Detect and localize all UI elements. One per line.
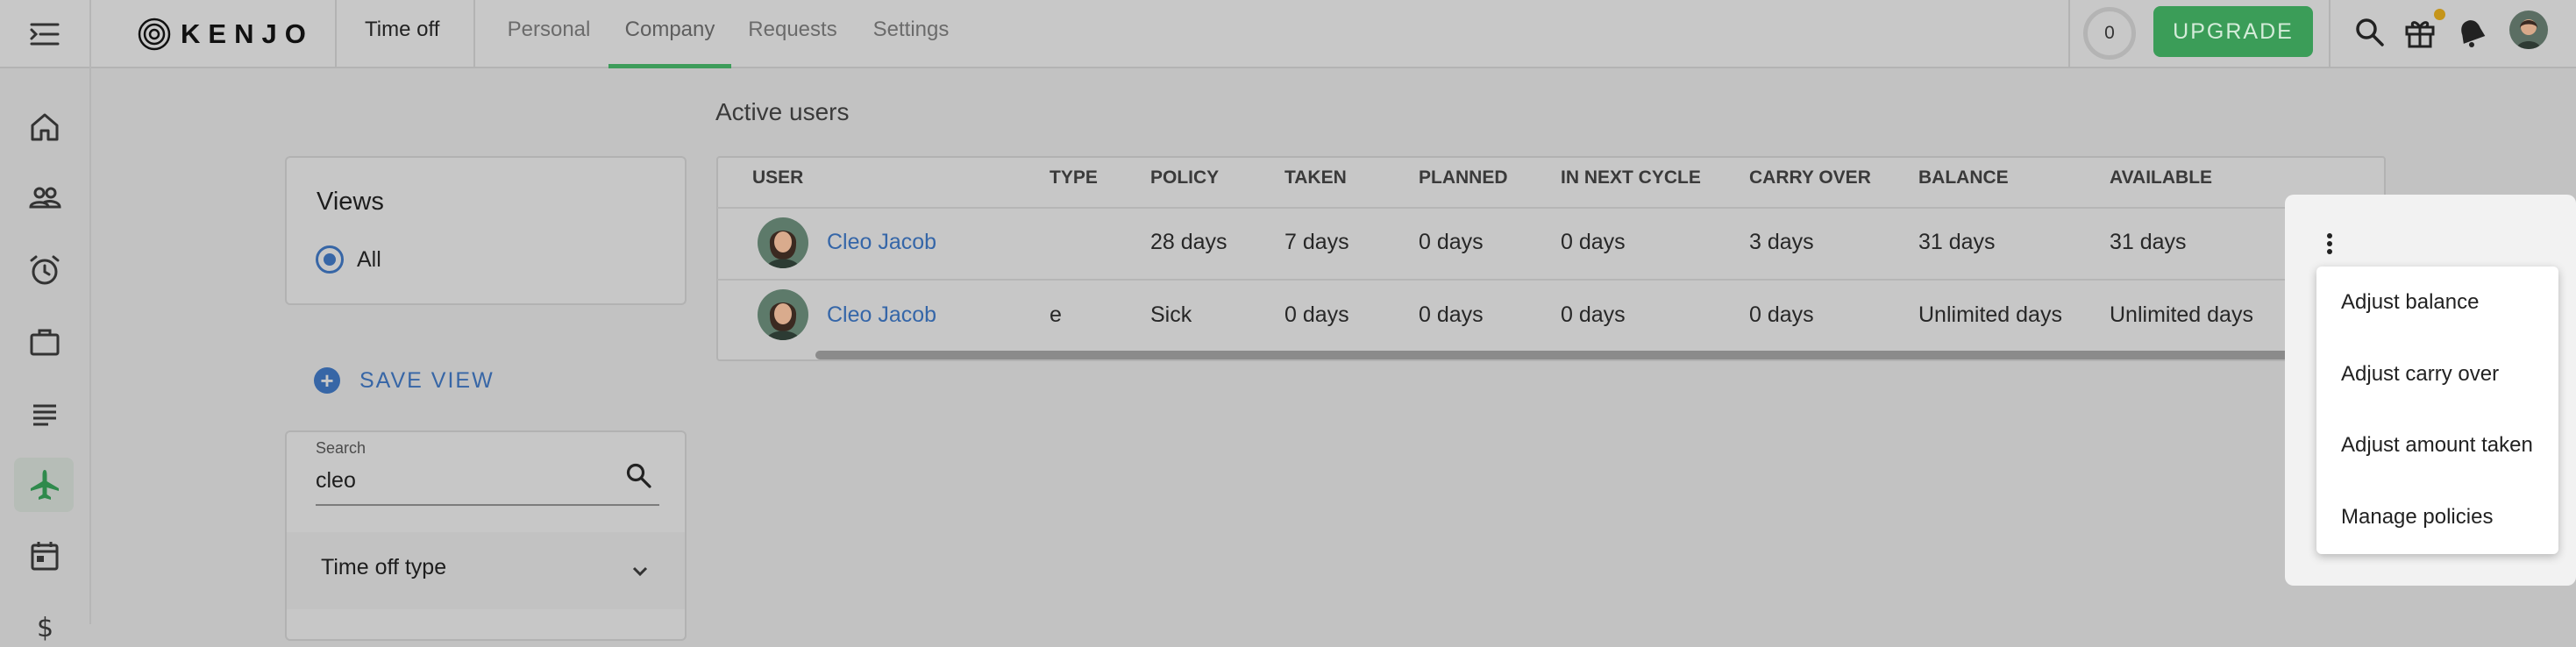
tab-personal[interactable]: Personal [500, 0, 598, 68]
row-actions-menu: Adjust balance Adjust carry over Adjust … [2316, 267, 2558, 554]
people-icon[interactable] [25, 178, 65, 218]
notification-dot [2434, 9, 2445, 20]
header-divider [2329, 0, 2330, 68]
views-title: Views [317, 188, 384, 216]
menu-toggle-icon[interactable] [25, 14, 65, 54]
home-icon[interactable] [25, 107, 65, 147]
logo-text: KENJO [181, 18, 314, 49]
save-view-button[interactable]: + SAVE VIEW [314, 361, 495, 400]
chevron-down-icon [627, 558, 653, 585]
module-title: Time off [365, 18, 440, 41]
table-cell-planned: 0 days [1419, 230, 1484, 254]
table-cell-next-cycle: 0 days [1561, 302, 1626, 327]
plus-icon: + [314, 367, 340, 394]
credits-counter[interactable]: 0 [2083, 7, 2136, 60]
column-header-policy[interactable]: POLICY [1150, 167, 1219, 188]
search-input[interactable] [316, 466, 614, 495]
column-header-taken[interactable]: TAKEN [1284, 167, 1347, 188]
avatar [758, 217, 808, 268]
views-card: Views All [285, 156, 687, 305]
calendar-icon[interactable] [25, 536, 65, 576]
section-title: Active users [715, 98, 850, 125]
search-filter-card: Search Time off type [285, 430, 687, 641]
view-all-radio[interactable] [316, 245, 344, 274]
table-cell-available: 31 days [2110, 230, 2187, 254]
rail-divider [89, 0, 91, 624]
table-row-divider [717, 279, 2383, 281]
briefcase-icon[interactable] [25, 322, 65, 362]
dollar-icon[interactable]: $ [25, 607, 65, 647]
list-icon[interactable] [25, 394, 65, 434]
header-divider [335, 0, 337, 68]
user-avatar[interactable] [2509, 11, 2548, 49]
svg-text:$: $ [37, 613, 53, 643]
table-cell-taken: 7 days [1284, 230, 1349, 254]
time-off-type-filter[interactable]: Time off type [287, 532, 685, 609]
menu-item-adjust-amount-taken[interactable]: Adjust amount taken [2341, 433, 2533, 458]
table-cell-user[interactable]: Cleo Jacob [827, 302, 936, 328]
logo-icon [137, 17, 172, 52]
save-view-label: SAVE VIEW [359, 367, 495, 393]
table-header-divider [717, 207, 2383, 209]
horizontal-scrollbar[interactable] [815, 351, 2297, 359]
search-icon[interactable] [2350, 12, 2390, 53]
table-cell-balance: Unlimited days [1918, 302, 2062, 327]
column-header-type[interactable]: TYPE [1050, 167, 1098, 188]
table-cell-carry-over: 3 days [1749, 230, 1814, 254]
table-cell-type: e [1050, 302, 1062, 327]
table-cell-balance: 31 days [1918, 230, 1996, 254]
table-cell-available: Unlimited days [2110, 302, 2253, 327]
table-cell-taken: 0 days [1284, 302, 1349, 327]
avatar [758, 289, 808, 340]
column-header-available[interactable]: AVAILABLE [2110, 167, 2212, 188]
bell-icon[interactable] [2451, 12, 2492, 53]
header-divider [2068, 0, 2070, 68]
tab-company[interactable]: Company [608, 0, 731, 68]
search-icon[interactable] [622, 459, 657, 494]
table-cell-planned: 0 days [1419, 302, 1484, 327]
column-header-carry-over[interactable]: CARRY OVER [1749, 167, 1871, 188]
column-header-planned[interactable]: PLANNED [1419, 167, 1508, 188]
table-cell-carry-over: 0 days [1749, 302, 1814, 327]
table-cell-next-cycle: 0 days [1561, 230, 1626, 254]
menu-item-adjust-carry-over[interactable]: Adjust carry over [2341, 362, 2499, 387]
gift-icon[interactable] [2400, 12, 2440, 53]
search-label: Search [316, 439, 366, 457]
airplane-icon[interactable] [25, 465, 65, 505]
column-header-user[interactable]: USER [752, 167, 803, 188]
search-underline [316, 504, 659, 506]
more-vertical-icon[interactable] [2318, 226, 2341, 261]
kenjo-logo[interactable]: KENJO [137, 12, 314, 56]
table-cell-policy: Sick [1150, 302, 1192, 327]
upgrade-button[interactable]: UPGRADE [2153, 6, 2313, 57]
alarm-clock-icon[interactable] [25, 250, 65, 290]
header-divider [473, 0, 475, 68]
table-cell-user[interactable]: Cleo Jacob [827, 230, 936, 255]
column-header-balance[interactable]: BALANCE [1918, 167, 2009, 188]
menu-item-manage-policies[interactable]: Manage policies [2341, 505, 2493, 530]
view-all-label[interactable]: All [357, 247, 381, 273]
tab-settings[interactable]: Settings [863, 0, 959, 68]
table-cell-policy: 28 days [1150, 230, 1228, 254]
time-off-type-label: Time off type [321, 555, 447, 579]
column-header-next-cycle[interactable]: IN NEXT CYCLE [1561, 167, 1701, 188]
tab-requests[interactable]: Requests [742, 0, 843, 68]
menu-item-adjust-balance[interactable]: Adjust balance [2341, 290, 2479, 315]
